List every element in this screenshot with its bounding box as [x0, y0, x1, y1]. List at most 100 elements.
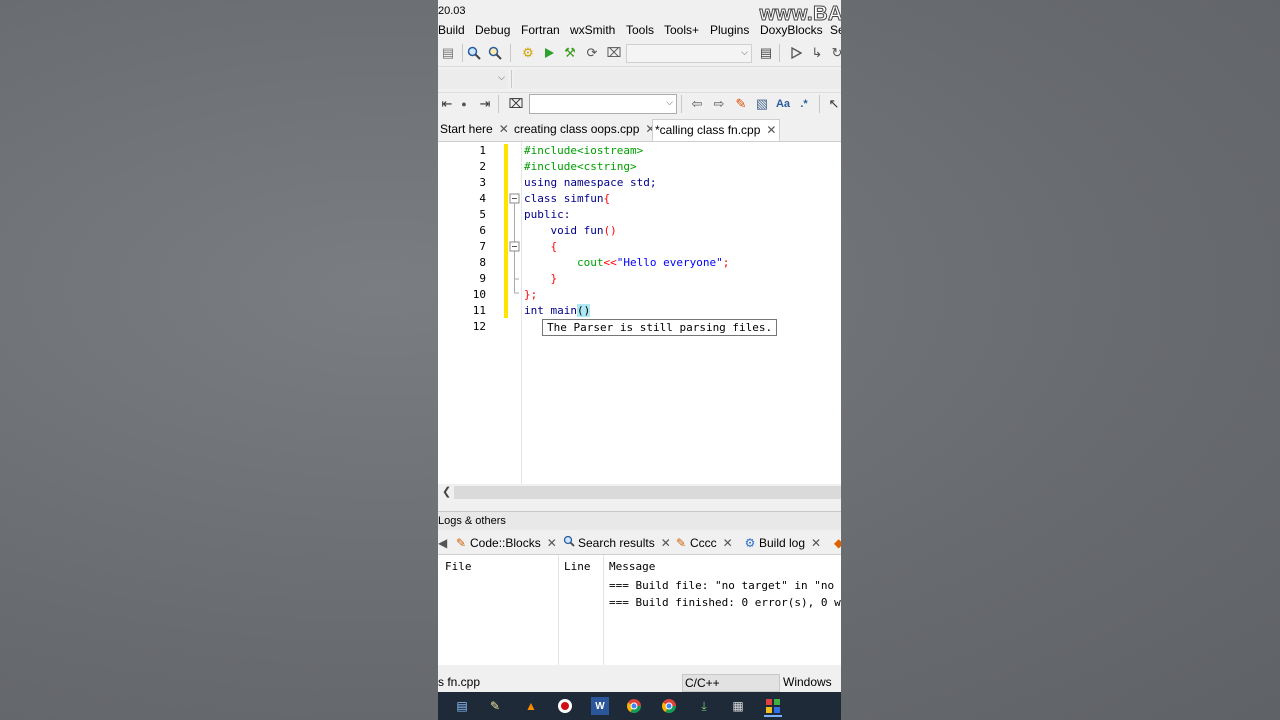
close-icon[interactable]: ✕ [766, 123, 776, 137]
paste-icon[interactable]: ▤ [440, 45, 456, 61]
log-message: === Build file: "no target" in "no p [609, 579, 841, 592]
column-header-message[interactable]: Message [609, 560, 655, 573]
tab-label: Start here [440, 122, 493, 136]
rebuild-icon[interactable]: ⟳ [584, 45, 600, 61]
arrow-left-icon[interactable]: ⇦ [689, 96, 705, 112]
app-icon[interactable]: ▦ [729, 697, 747, 715]
selected-text-icon[interactable]: ▧ [754, 96, 770, 112]
close-icon[interactable]: ✕ [499, 122, 509, 136]
column-header-file[interactable]: File [445, 560, 472, 573]
menu-build[interactable]: Build [438, 23, 465, 37]
jump-forward-icon[interactable]: ⇥ [477, 96, 493, 112]
vlc-icon[interactable]: ▲ [522, 697, 540, 715]
code-completion-icon[interactable]: ▤ [758, 45, 774, 61]
word-icon[interactable]: W [591, 697, 609, 715]
build-log-list[interactable]: File Line Message === Build file: "no ta… [438, 554, 841, 665]
cursor-icon[interactable]: ↖ [826, 96, 841, 112]
regex-icon[interactable]: .* [796, 96, 812, 112]
tab-codeblocks-log[interactable]: ✎ Code::Blocks ✕ [454, 532, 557, 554]
download-icon[interactable]: ⤓ [695, 697, 713, 715]
tab-search-results[interactable]: Search results ✕ [562, 532, 671, 554]
run-icon[interactable] [541, 45, 557, 61]
line-number: 6 [479, 224, 486, 237]
column-header-line[interactable]: Line [564, 560, 591, 573]
document-pencil-icon: ✎ [675, 536, 687, 550]
chrome-icon[interactable] [660, 697, 678, 715]
tab-calling-class-fn[interactable]: *calling class fn.cpp ✕ [652, 119, 780, 141]
document-pencil-icon: ✎ [455, 536, 467, 550]
build-run-icon[interactable]: ⚒ [562, 45, 578, 61]
fold-markers [509, 193, 520, 294]
toolbar-separator [681, 95, 682, 113]
scroll-tabs-left-icon[interactable]: ◀ [438, 532, 447, 554]
clear-search-icon[interactable]: ⌧ [508, 96, 524, 112]
horizontal-scrollbar[interactable]: ❮ [438, 484, 841, 501]
menu-doxyblocks[interactable]: DoxyBlocks [760, 23, 823, 37]
tab-cccc[interactable]: ✎ Cccc ✕ [674, 532, 733, 554]
menu-tools[interactable]: Tools [626, 23, 654, 37]
highlight-icon[interactable]: ✎ [733, 96, 749, 112]
status-eol: Windows (C [783, 675, 832, 705]
close-icon[interactable]: ✕ [661, 536, 671, 550]
line-number-gutter: 1 2 3 4 5 6 7 8 9 10 11 12 [438, 142, 504, 484]
abort-icon[interactable]: ⌧ [606, 45, 622, 61]
tab-start-here[interactable]: Start here ✕ [438, 119, 509, 141]
screen-recorder-icon[interactable] [556, 697, 574, 715]
run-to-cursor-icon[interactable]: ↳ [809, 45, 825, 61]
chevron-down-icon: ⌵ [498, 72, 505, 82]
menu-plugins[interactable]: Plugins [710, 23, 749, 37]
menu-wxsmith[interactable]: wxSmith [570, 23, 615, 37]
more-tabs-icon[interactable]: ◆ [834, 532, 841, 554]
scope-combo[interactable]: ⌵ [438, 70, 508, 89]
bookmark-icon[interactable]: ● [456, 96, 472, 112]
status-file: s fn.cpp [438, 675, 481, 689]
jump-back-icon[interactable]: ⇤ [439, 96, 455, 112]
toolbar-separator [779, 44, 780, 62]
search-combo[interactable]: ⌵ [529, 94, 677, 114]
scroll-left-icon[interactable]: ❮ [442, 485, 451, 498]
tab-label: *calling class fn.cpp [655, 123, 761, 137]
menu-debug[interactable]: Debug [475, 23, 510, 37]
next-line-icon[interactable]: ↻ [829, 45, 841, 61]
find-replace-icon[interactable] [487, 45, 503, 61]
parser-tooltip: The Parser is still parsing files. [542, 319, 778, 336]
close-icon[interactable]: ✕ [547, 536, 557, 550]
line-number: 7 [479, 240, 486, 253]
close-icon[interactable]: ✕ [723, 536, 733, 550]
toolbar-separator [819, 95, 820, 113]
log-message: === Build finished: 0 error(s), 0 wa [609, 596, 841, 609]
main-toolbar: ▤ ⚙ ⚒ ⟳ ⌧ ⌵ ▤ ↳ ↻ [438, 41, 841, 65]
code-line: class simfun{ [524, 192, 611, 205]
build-target-combo[interactable]: ⌵ [626, 44, 752, 63]
arrow-right-icon[interactable]: ⇨ [711, 96, 727, 112]
code-line: }; [524, 288, 538, 301]
code-line: #include<cstring> [524, 160, 637, 173]
toolbar-separator [498, 95, 499, 113]
build-gear-icon[interactable]: ⚙ [520, 45, 536, 61]
tab-creating-class-oops[interactable]: creating class oops.cpp ✕ [512, 119, 655, 141]
menu-fortran[interactable]: Fortran [521, 23, 560, 37]
codeblocks-icon[interactable] [764, 697, 782, 717]
notepad-icon[interactable]: ✎ [486, 697, 504, 715]
find-icon[interactable] [466, 45, 482, 61]
tab-label: creating class oops.cpp [514, 122, 640, 136]
tab-build-log[interactable]: ⚙ Build log ✕ [743, 532, 821, 554]
code-line: public: [524, 208, 571, 221]
status-language: C/C++ [682, 674, 780, 692]
column-divider [603, 555, 604, 665]
logs-tabs: ◀ ✎ Code::Blocks ✕ Search results ✕ ✎ Cccc ✕ … [438, 530, 841, 554]
code-line: using namespace std; [524, 176, 657, 189]
line-number: 1 [479, 144, 486, 157]
menu-settings[interactable]: Se [830, 23, 841, 37]
close-icon[interactable]: ✕ [811, 536, 821, 550]
menu-tools-plus[interactable]: Tools+ [664, 23, 699, 37]
debug-start-icon[interactable] [788, 45, 804, 61]
line-number: 12 [472, 320, 486, 333]
scrollbar-thumb[interactable] [454, 486, 841, 499]
function-combo[interactable] [514, 70, 841, 89]
file-explorer-icon[interactable]: ▤ [453, 697, 471, 715]
chrome-icon[interactable] [625, 697, 643, 715]
search-toolbar: ⇤ ● ⇥ ⌧ ⌵ ⇦ ⇨ ✎ ▧ Aa .* ↖ [438, 92, 841, 115]
match-case-icon[interactable]: Aa [775, 96, 791, 112]
code-editor[interactable]: 1 2 3 4 5 6 7 8 9 10 11 12 #include<iost… [438, 142, 841, 484]
